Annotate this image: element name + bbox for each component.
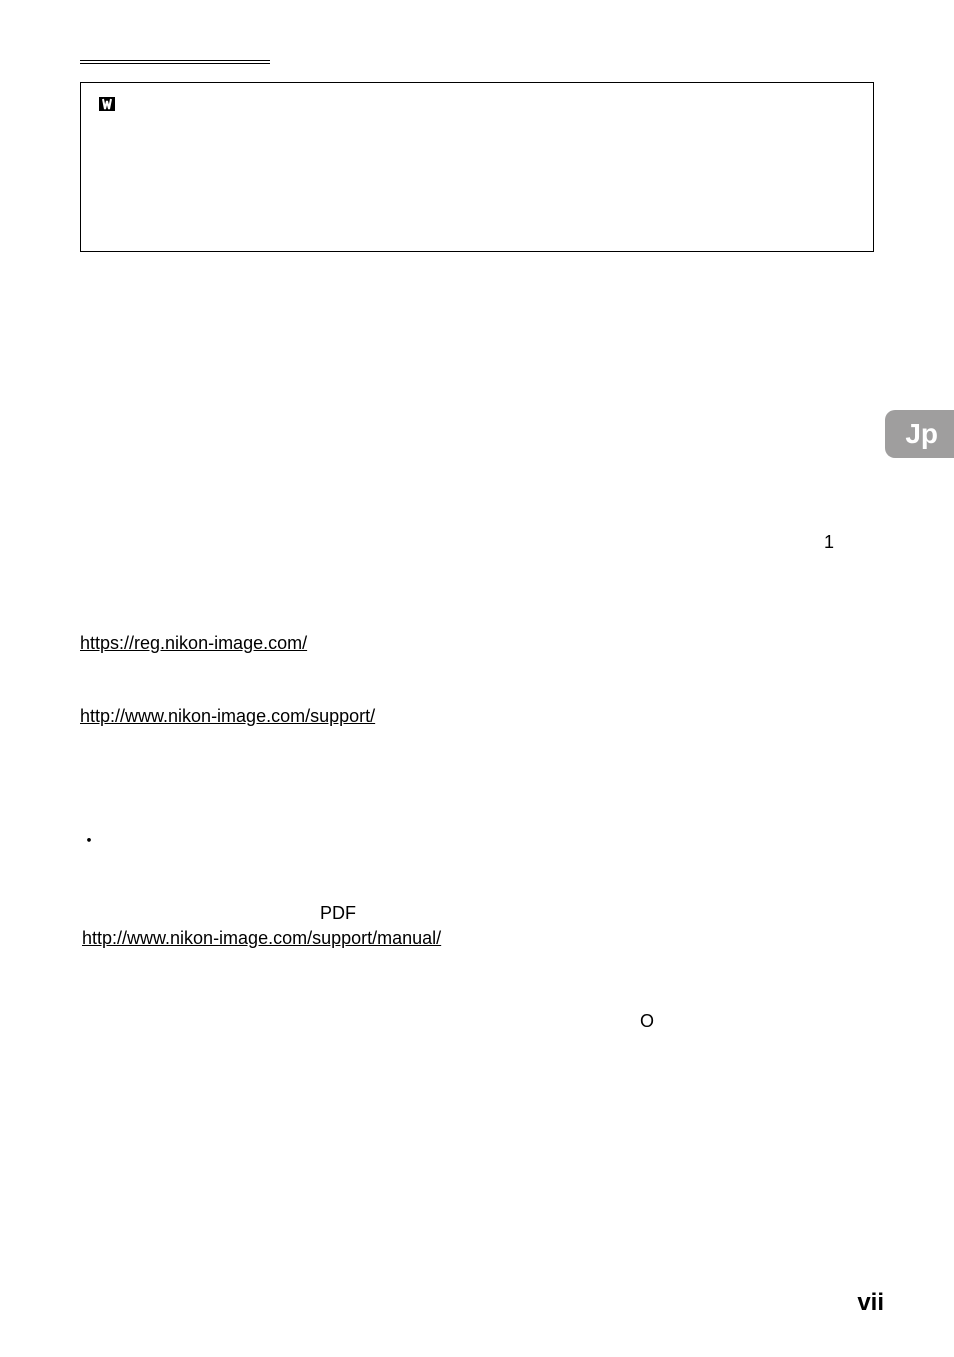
alert-icon [97,95,119,115]
circle-marker: O [420,1011,874,1032]
bullet-row: ・ [80,827,874,853]
support-link[interactable]: http://www.nikon-image.com/support/ [80,706,874,727]
page-reference-number: 1 [80,532,874,553]
bullet-point: ・ [80,827,100,853]
language-tab[interactable]: Jp [885,410,954,458]
manual-link[interactable]: http://www.nikon-image.com/support/manua… [82,928,441,948]
heading-underline-thin [80,63,270,64]
register-link[interactable]: https://reg.nikon-image.com/ [80,633,874,654]
links-section: https://reg.nikon-image.com/ http://www.… [80,633,874,727]
page-number: vii [857,1289,884,1317]
info-box [80,82,874,252]
heading-underline-thick [80,60,270,61]
pdf-label: PDF [320,903,874,924]
